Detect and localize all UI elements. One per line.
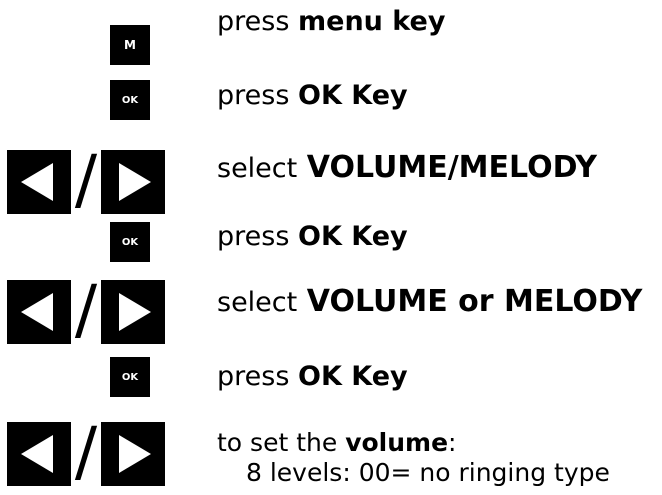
step-2-target: OK Key xyxy=(298,80,408,111)
instruction-step-3: select VOLUME/MELODY xyxy=(217,150,597,187)
menu-key-icon: M xyxy=(110,25,150,65)
step-1-verb: press xyxy=(217,6,290,37)
slash-separator: / xyxy=(74,141,98,218)
step-4-verb: press xyxy=(217,221,290,252)
instruction-step-5: select VOLUME or MELODY xyxy=(217,284,642,321)
step-5-target: VOLUME or MELODY xyxy=(306,284,643,319)
ok-key-icon: OK xyxy=(110,80,150,120)
step-7-verb: to set the xyxy=(217,428,338,457)
instruction-step-6: press OK Key xyxy=(217,359,408,395)
left-right-arrow-keys-icon: / xyxy=(7,416,165,488)
right-arrow-key-icon xyxy=(101,150,165,214)
step-3-verb: select xyxy=(217,153,298,184)
step-6-target: OK Key xyxy=(298,361,408,392)
step-3-target: VOLUME/MELODY xyxy=(306,150,598,185)
left-arrow-key-icon xyxy=(7,422,71,486)
step-2-verb: press xyxy=(217,80,290,111)
ok-key-icon: OK xyxy=(110,222,150,262)
left-right-arrow-keys-icon: / xyxy=(7,144,165,216)
step-5-verb: select xyxy=(217,287,298,318)
step-4-target: OK Key xyxy=(298,221,408,252)
slash-separator: / xyxy=(74,271,98,348)
ok-key-icon: OK xyxy=(110,357,150,397)
instruction-step-1: press menu key xyxy=(217,4,445,40)
ok-key-label: OK xyxy=(121,236,139,248)
step-7-suffix: : xyxy=(448,428,457,457)
ok-key-label: OK xyxy=(121,371,139,383)
volume-levels-note: 8 levels: 00= no ringing type xyxy=(246,458,610,487)
instruction-step-7: to set the volume: xyxy=(217,428,456,458)
slash-separator: / xyxy=(74,413,98,490)
menu-key-label: M xyxy=(124,38,136,52)
step-6-verb: press xyxy=(217,361,290,392)
left-arrow-key-icon xyxy=(7,150,71,214)
right-arrow-key-icon xyxy=(101,422,165,486)
instruction-step-4: press OK Key xyxy=(217,219,408,255)
right-arrow-key-icon xyxy=(101,280,165,344)
step-7-target: volume xyxy=(345,428,449,457)
step-1-target: menu key xyxy=(298,6,446,37)
left-right-arrow-keys-icon: / xyxy=(7,274,165,346)
ok-key-label: OK xyxy=(121,94,139,106)
left-arrow-key-icon xyxy=(7,280,71,344)
instruction-step-2: press OK Key xyxy=(217,78,408,114)
